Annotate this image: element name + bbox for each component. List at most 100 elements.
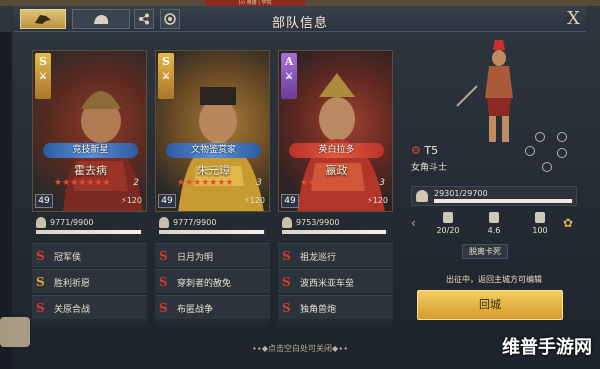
hero-card-2[interactable]: S ⚔ 文物鉴赏家 朱元璋 ★★★★★★★ 3 49 ⚡120 9777/9900… xyxy=(155,50,270,325)
crossed-swords-icon xyxy=(535,212,545,223)
troop-value: 9753/9900 xyxy=(296,218,340,227)
paw-icon[interactable]: ✿ xyxy=(563,210,577,240)
skill-name: 关原合战 xyxy=(54,305,91,315)
hero-portrait: A ⚔ 英白拉多 嬴政 ★★★★★★★ 3 49 ⚡120 xyxy=(278,50,393,212)
unit-stats: ‹ 20/20 4.6 100 ✿ xyxy=(411,210,577,240)
skill-slot-icon[interactable] xyxy=(525,146,535,156)
hero-card-1[interactable]: S ⚔ 竞技新星 霍去病 ★★★★★★★ 2 49 ⚡120 9771/9900 … xyxy=(32,50,147,325)
helmet-icon xyxy=(159,217,169,228)
close-hint-text: 点击空白处可关闭 xyxy=(268,344,332,353)
leadership-cost: ⚡120 xyxy=(244,196,265,205)
stat-morale: 100 xyxy=(517,210,563,240)
header-bar: 部队信息 X xyxy=(14,6,586,32)
stat-value: 4.6 xyxy=(487,226,501,235)
skill-row[interactable]: S 独角兽炮 xyxy=(278,295,393,319)
troop-value: 9771/9900 xyxy=(50,218,94,227)
gladiatrix-figure xyxy=(456,40,513,142)
skill-icon: S xyxy=(36,249,45,263)
skill-name: 祖龙巡行 xyxy=(300,253,337,263)
skill-name: 波西米亚车垒 xyxy=(300,279,355,289)
skill-icon: S xyxy=(282,249,291,263)
skill-row[interactable]: S 冠军侯 xyxy=(32,243,147,267)
skill-name: 冠军侯 xyxy=(54,253,82,263)
grade-badge: A ⚔ xyxy=(281,53,297,99)
grade-letter: S xyxy=(162,55,170,68)
troop-count: 9771/9900 xyxy=(36,217,93,228)
sword-icon: ⚔ xyxy=(38,72,48,82)
skill-row[interactable]: S 祖龙巡行 xyxy=(278,243,393,267)
skill-icon: S xyxy=(159,275,168,289)
hero-level: 49 xyxy=(158,194,176,208)
troop-count: 9777/9900 xyxy=(159,217,216,228)
close-button[interactable]: X xyxy=(567,8,580,29)
unit-name: 女角斗士 xyxy=(411,163,448,173)
grade-letter: A xyxy=(284,55,294,68)
title-banner: 竞技新星 xyxy=(43,143,138,158)
helmet-icon xyxy=(282,217,292,228)
hero-name: 霍去病 xyxy=(74,164,107,177)
awaken-count: 3 xyxy=(256,178,262,188)
skill-row[interactable]: S 布匿战争 xyxy=(155,295,270,319)
page-title: 部队信息 xyxy=(271,16,328,31)
skill-row[interactable]: S 关原合战 xyxy=(32,295,147,319)
skill-name: 穿刺者的赦免 xyxy=(177,279,232,289)
hero-card-body: 9753/9900 S 祖龙巡行 S 波西米亚车垒 S 独角兽炮 xyxy=(278,213,393,325)
cost-value: 120 xyxy=(249,196,265,205)
unit-panel: ⚙ T5 女角斗士 29301/29700 ‹ 20/20 4.6 100 ✿ … xyxy=(407,36,579,326)
prev-arrow-icon[interactable]: ‹ xyxy=(411,210,425,240)
skill-name: 日月为明 xyxy=(177,253,214,263)
hero-level: 49 xyxy=(35,194,53,208)
troop-bar-fill xyxy=(159,230,264,234)
stat-speed: 4.6 xyxy=(471,210,517,240)
skill-name: 独角兽炮 xyxy=(300,305,337,315)
leadership-cost: ⚡120 xyxy=(121,196,142,205)
sword-icon: ⚔ xyxy=(161,72,171,82)
unit-troop-value: 29301/29700 xyxy=(434,189,488,198)
watermark: 维普手游网 xyxy=(502,337,592,358)
skill-icon: S xyxy=(36,275,45,289)
troop-bar-fill xyxy=(282,230,387,234)
helmet-icon xyxy=(416,190,428,202)
skill-slot-icon[interactable] xyxy=(542,162,552,172)
awaken-count: 2 xyxy=(133,178,139,188)
stat-value: 100 xyxy=(532,226,548,235)
grade-badge: S ⚔ xyxy=(158,53,174,99)
hero-level: 49 xyxy=(281,194,299,208)
helmet-icon xyxy=(36,217,46,228)
cost-value: 120 xyxy=(126,196,142,205)
stat-value: 20/20 xyxy=(436,226,460,235)
unit-troop-bar xyxy=(434,199,574,203)
skill-row[interactable]: S 穿刺者的赦免 xyxy=(155,269,270,293)
skill-row[interactable]: S 日月为明 xyxy=(155,243,270,267)
troop-count: 9753/9900 xyxy=(282,217,339,228)
star-rating: ★★★★★★★ xyxy=(177,178,234,188)
tier-label: T5 xyxy=(424,144,439,157)
cost-value: 120 xyxy=(372,196,388,205)
star-rating: ★★★★★★★ xyxy=(300,178,357,188)
grade-letter: S xyxy=(39,55,47,68)
troop-bar xyxy=(282,230,388,234)
army-info-screen: (s) 英雄 | 学院 部队信息 X S ⚔ 竞技新星 霍去病 ★★★★★★★ … xyxy=(0,0,600,369)
star-rating: ★★★★★★★ xyxy=(54,178,111,188)
skill-icon: S xyxy=(36,301,45,315)
tier-icon: ⚙ xyxy=(411,144,421,157)
hero-portrait: S ⚔ 文物鉴赏家 朱元璋 ★★★★★★★ 3 49 ⚡120 xyxy=(155,50,270,212)
skill-slot-icon[interactable] xyxy=(557,148,567,158)
skill-row[interactable]: S 胜利祈愿 xyxy=(32,269,147,293)
left-edge xyxy=(0,32,30,369)
skill-icon: S xyxy=(159,249,168,263)
hero-card-3[interactable]: A ⚔ 英白拉多 嬴政 ★★★★★★★ 3 49 ⚡120 9753/9900 S… xyxy=(278,50,393,325)
skill-slot-icon[interactable] xyxy=(557,132,567,142)
grade-badge: S ⚔ xyxy=(35,53,51,99)
title-banner: 英白拉多 xyxy=(289,143,384,158)
skill-row[interactable]: S 波西米亚车垒 xyxy=(278,269,393,293)
unit-troop-box: 29301/29700 xyxy=(411,186,577,206)
unit-troop-bar-fill xyxy=(434,199,573,203)
skill-name: 胜利祈愿 xyxy=(54,279,91,289)
return-city-button[interactable]: 回城 xyxy=(417,290,563,320)
leadership-cost: ⚡120 xyxy=(367,196,388,205)
hero-name: 朱元璋 xyxy=(197,164,230,177)
detach-button[interactable]: 脱离卡死 xyxy=(462,244,508,259)
skill-slot-icon[interactable] xyxy=(535,132,545,142)
troop-value: 9777/9900 xyxy=(173,218,217,227)
